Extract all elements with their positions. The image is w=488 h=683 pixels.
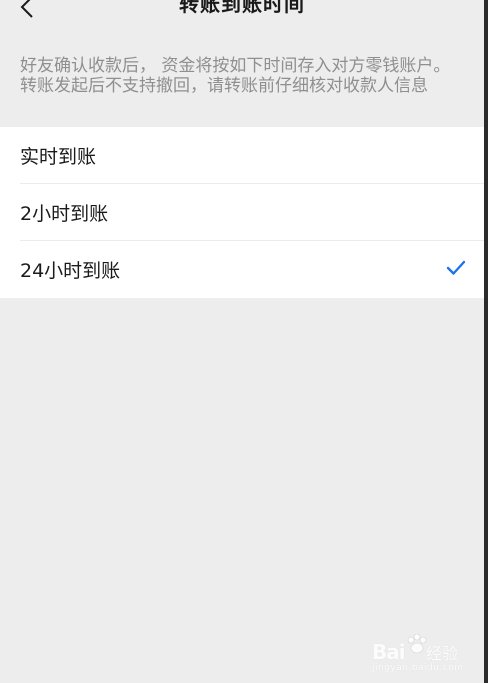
checkmark-icon (446, 260, 466, 275)
screen: 转账到账时间 好友确认收款后， 资金将按如下时间存入对方零钱账户。转账发起后不支… (0, 0, 488, 683)
option-list: 实时到账 2小时到账 24小时到账 (0, 127, 484, 298)
option-2-hours[interactable]: 2小时到账 (0, 184, 484, 241)
option-label: 2小时到账 (20, 203, 109, 225)
page-title: 转账到账时间 (179, 0, 305, 16)
description-text: 好友确认收款后， 资金将按如下时间存入对方零钱账户。转账发起后不支持撤回，请转账… (20, 56, 451, 96)
watermark-url: jingyan.baidu.com (372, 663, 464, 673)
watermark-brand: Bai (372, 640, 406, 664)
baidu-watermark: Bai 经验 jingyan.baidu.com (372, 632, 472, 673)
option-label: 24小时到账 (20, 260, 121, 282)
navigation-bar: 转账到账时间 (0, 0, 484, 34)
watermark-suffix: 经验 (426, 644, 459, 663)
option-realtime[interactable]: 实时到账 (0, 127, 484, 184)
option-24-hours[interactable]: 24小时到账 (0, 241, 484, 298)
option-label: 实时到账 (20, 146, 97, 168)
